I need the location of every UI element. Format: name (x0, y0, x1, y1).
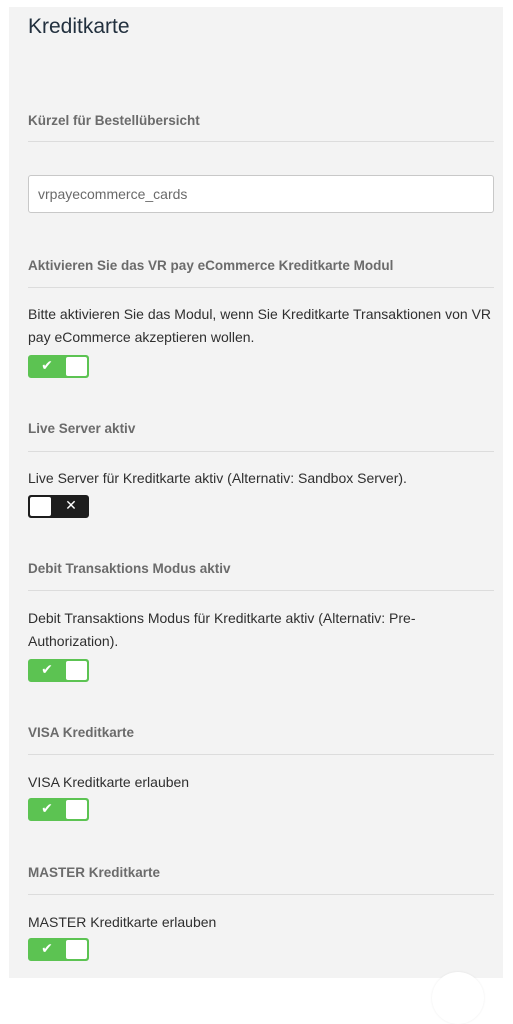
divider (28, 754, 494, 755)
toggle-knob (30, 497, 51, 516)
page-title: Kreditkarte (28, 15, 130, 38)
master-heading: MASTER Kreditkarte (28, 865, 161, 880)
check-icon: ✔ (41, 941, 53, 957)
visa-heading: VISA Kreditkarte (28, 725, 135, 740)
check-icon: ✔ (41, 801, 53, 817)
toggle-knob (66, 357, 87, 376)
activate-description: Bitte aktivieren Sie das Modul, wenn Sie… (28, 306, 492, 345)
live-server-description: Live Server für Kreditkarte aktiv (Alter… (28, 470, 407, 486)
settings-panel: Kreditkarte Kürzel für Bestellübersicht … (9, 7, 503, 978)
live-server-toggle[interactable]: ✕ (28, 495, 89, 518)
master-toggle[interactable]: ✔ (28, 938, 89, 961)
shortcode-label: Kürzel für Bestellübersicht (28, 113, 200, 128)
activate-module-toggle[interactable]: ✔ (28, 355, 89, 378)
scroll-top-button[interactable] (432, 972, 484, 1024)
check-icon: ✔ (41, 662, 53, 678)
activate-heading: Aktivieren Sie das VR pay eCommerce Kred… (28, 258, 394, 273)
toggle-knob (66, 940, 87, 959)
divider (28, 590, 494, 591)
visa-description: VISA Kreditkarte erlauben (28, 774, 190, 790)
divider (28, 287, 494, 288)
live-server-heading: Live Server aktiv (28, 421, 136, 436)
visa-toggle[interactable]: ✔ (28, 798, 89, 821)
divider (28, 141, 494, 142)
divider (28, 451, 494, 452)
debit-mode-toggle[interactable]: ✔ (28, 659, 89, 682)
debit-mode-heading: Debit Transaktions Modus aktiv (28, 561, 231, 576)
debit-mode-description: Debit Transaktions Modus für Kreditkarte… (28, 610, 416, 649)
check-icon: ✔ (41, 358, 53, 374)
close-icon: ✕ (65, 498, 77, 514)
divider (28, 894, 494, 895)
toggle-knob (66, 800, 87, 819)
toggle-knob (66, 661, 87, 680)
shortcode-input[interactable] (28, 175, 494, 213)
master-description: MASTER Kreditkarte erlauben (28, 914, 217, 930)
